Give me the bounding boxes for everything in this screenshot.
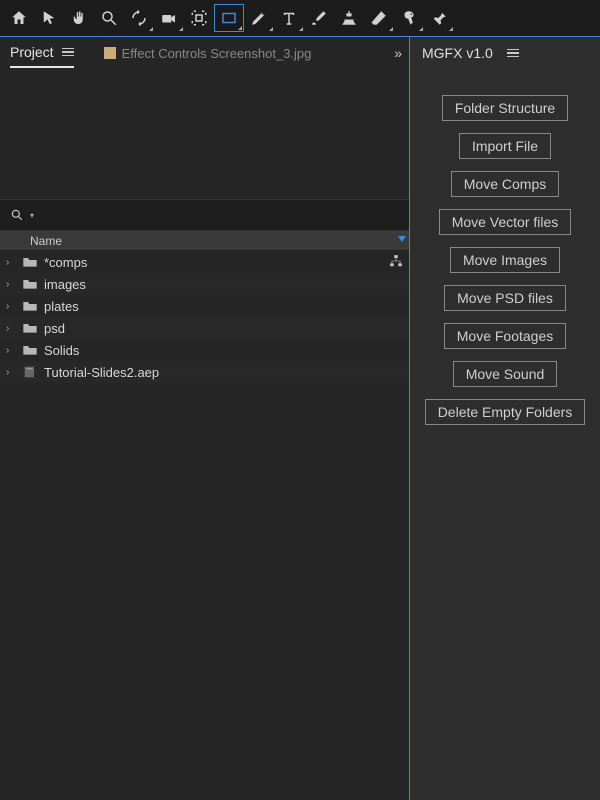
orbit-tool-icon[interactable] xyxy=(124,4,154,32)
roto-brush-tool-icon[interactable] xyxy=(394,4,424,32)
disclosure-icon[interactable]: › xyxy=(6,279,16,290)
project-file-icon xyxy=(22,366,38,378)
row-label: images xyxy=(44,277,86,292)
move-footages-button[interactable]: Move Footages xyxy=(444,323,567,349)
row-label: psd xyxy=(44,321,65,336)
folder-icon xyxy=(22,322,38,334)
type-tool-icon[interactable] xyxy=(274,4,304,32)
tabs-expand-icon[interactable]: » xyxy=(394,45,401,61)
row-label: plates xyxy=(44,299,79,314)
brush-tool-icon[interactable] xyxy=(304,4,334,32)
column-name-header: Name xyxy=(30,234,62,248)
project-panel: Project Effect Controls Screenshot_3.jpg… xyxy=(0,36,410,800)
eraser-tool-icon[interactable] xyxy=(364,4,394,32)
folder-icon xyxy=(22,344,38,356)
rectangle-tool-icon[interactable] xyxy=(214,4,244,32)
search-icon xyxy=(10,208,24,222)
folder-icon xyxy=(22,278,38,290)
disclosure-icon[interactable]: › xyxy=(6,345,16,356)
project-row[interactable]: › plates xyxy=(0,295,409,317)
main-content: Project Effect Controls Screenshot_3.jpg… xyxy=(0,36,600,800)
project-row[interactable]: › Solids xyxy=(0,339,409,361)
row-label: Tutorial-Slides2.aep xyxy=(44,365,159,380)
project-row[interactable]: › Tutorial-Slides2.aep xyxy=(0,361,409,383)
pin-tool-icon[interactable] xyxy=(424,4,454,32)
file-type-icon xyxy=(104,47,116,59)
column-sort-indicator-icon xyxy=(398,236,406,248)
move-comps-button[interactable]: Move Comps xyxy=(451,171,559,197)
panel-menu-icon[interactable] xyxy=(62,48,74,57)
folder-icon xyxy=(22,256,38,268)
disclosure-icon[interactable]: › xyxy=(6,257,16,268)
move-vector-files-button[interactable]: Move Vector files xyxy=(439,209,572,235)
flowchart-icon[interactable] xyxy=(389,254,403,271)
panel-menu-icon[interactable] xyxy=(507,49,519,58)
tab-effect-controls[interactable]: Effect Controls Screenshot_3.jpg xyxy=(104,46,312,61)
project-row[interactable]: › images xyxy=(0,273,409,295)
project-row[interactable]: › *comps xyxy=(0,251,409,273)
pen-tool-icon[interactable] xyxy=(244,4,274,32)
tab-effect-controls-label: Effect Controls Screenshot_3.jpg xyxy=(122,46,312,61)
move-images-button[interactable]: Move Images xyxy=(450,247,560,273)
move-sound-button[interactable]: Move Sound xyxy=(453,361,558,387)
mgfx-panel: MGFX v1.0 Folder Structure Import File M… xyxy=(410,36,600,800)
clone-stamp-tool-icon[interactable] xyxy=(334,4,364,32)
row-label: *comps xyxy=(44,255,87,270)
search-dropdown-caret-icon[interactable]: ▾ xyxy=(30,211,34,220)
folder-structure-button[interactable]: Folder Structure xyxy=(442,95,568,121)
mgfx-title: MGFX v1.0 xyxy=(422,45,493,61)
row-label: Solids xyxy=(44,343,79,358)
project-search[interactable]: ▾ xyxy=(0,199,409,231)
region-tool-icon[interactable] xyxy=(184,4,214,32)
mgfx-panel-header: MGFX v1.0 xyxy=(410,37,600,69)
camera-tool-icon[interactable] xyxy=(154,4,184,32)
hand-tool-icon[interactable] xyxy=(64,4,94,32)
folder-icon xyxy=(22,300,38,312)
top-toolbar xyxy=(0,0,600,36)
move-psd-files-button[interactable]: Move PSD files xyxy=(444,285,566,311)
home-icon[interactable] xyxy=(4,4,34,32)
project-list-header[interactable]: Name xyxy=(0,231,409,251)
disclosure-icon[interactable]: › xyxy=(6,323,16,334)
disclosure-icon[interactable]: › xyxy=(6,367,16,378)
project-body: ▾ Name › *comps › images xyxy=(0,69,409,800)
delete-empty-folders-button[interactable]: Delete Empty Folders xyxy=(425,399,586,425)
mgfx-button-list: Folder Structure Import File Move Comps … xyxy=(410,69,600,425)
panel-tab-strip: Project Effect Controls Screenshot_3.jpg… xyxy=(0,37,409,69)
tab-project[interactable]: Project xyxy=(10,38,74,68)
import-file-button[interactable]: Import File xyxy=(459,133,551,159)
tab-project-label: Project xyxy=(10,44,54,60)
project-row[interactable]: › psd xyxy=(0,317,409,339)
selection-tool-icon[interactable] xyxy=(34,4,64,32)
project-list: › *comps › images › plates › xyxy=(0,251,409,383)
disclosure-icon[interactable]: › xyxy=(6,301,16,312)
zoom-tool-icon[interactable] xyxy=(94,4,124,32)
